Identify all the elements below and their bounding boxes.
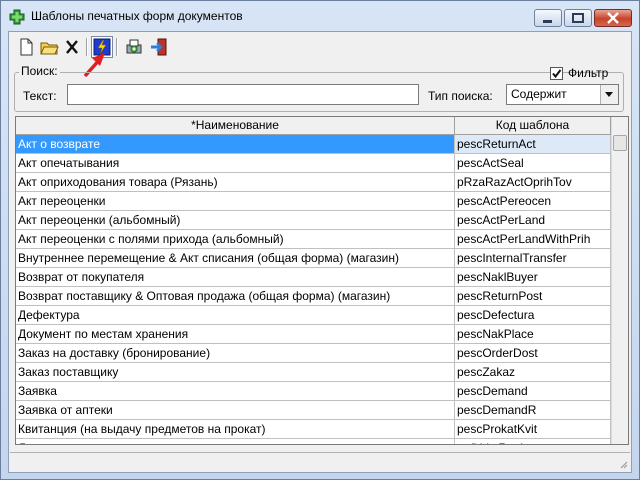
cell-name[interactable]: Акт опечатывания — [16, 154, 455, 173]
print-preview-button[interactable] — [123, 36, 145, 58]
main-window: Шаблоны печатных форм документов Поиск: … — [0, 0, 640, 480]
table-row[interactable]: Возврат поставщику & Оптовая продажа (об… — [16, 287, 611, 306]
cell-name[interactable]: Акт оприходования товара (Рязань) — [16, 173, 455, 192]
cell-name[interactable]: Документ по местам хранения — [16, 325, 455, 344]
cell-code[interactable]: pRzaRazActOprihTov — [455, 173, 611, 192]
exit-button[interactable] — [148, 36, 170, 58]
cell-code[interactable]: pescOrderDost — [455, 344, 611, 363]
table-row[interactable]: Акт опечатывания pescActSeal — [16, 154, 611, 173]
cell-code[interactable]: pescNaklBuyer — [455, 268, 611, 287]
cell-name[interactable]: Акт переоценки — [16, 192, 455, 211]
search-group-label: Поиск: — [19, 64, 60, 78]
resize-grip-icon[interactable] — [618, 459, 628, 469]
exit-icon — [151, 38, 167, 56]
cell-code[interactable]: pescActPerLand — [455, 211, 611, 230]
table-row[interactable]: Квитанция (на выдачу предметов на прокат… — [16, 420, 611, 439]
column-header-code[interactable]: Код шаблона — [455, 117, 611, 135]
table-row[interactable]: Акт оприходования товара (Рязань) pRzaRaz… — [16, 173, 611, 192]
table-row[interactable]: Заявка pescDemand — [16, 382, 611, 401]
open-folder-icon — [40, 42, 59, 55]
table-row[interactable]: Заказ поставщику pescZakaz — [16, 363, 611, 382]
maximize-icon — [572, 13, 584, 23]
cell-name[interactable]: Заявка — [16, 382, 455, 401]
open-button[interactable] — [38, 36, 60, 58]
print-preview-icon — [126, 39, 142, 54]
cell-code[interactable]: pefkListRegistr — [455, 439, 611, 444]
cell-code[interactable]: pescZakaz — [455, 363, 611, 382]
maximize-button[interactable] — [564, 9, 592, 27]
cell-name[interactable]: Лист регистрации поступивших товаров — [16, 439, 455, 444]
table-row[interactable]: Акт переоценки (альбомный) pescActPerLand — [16, 211, 611, 230]
scroll-thumb[interactable] — [613, 135, 627, 151]
filter-checkbox[interactable] — [550, 67, 563, 80]
search-type-value: Содержит — [511, 87, 567, 101]
cell-code[interactable]: pescActPereocen — [455, 192, 611, 211]
client-area: Поиск: Фильтр Текст: Тип поиска: Содержи… — [8, 31, 632, 473]
table-row[interactable]: Заявка от аптеки pescDemandR — [16, 401, 611, 420]
dropdown-button[interactable] — [600, 85, 618, 104]
cell-code[interactable]: pescDemandR — [455, 401, 611, 420]
cell-name[interactable]: Акт переоценки с полями прихода (альбомн… — [16, 230, 455, 249]
cell-code[interactable]: pescInternalTransfer — [455, 249, 611, 268]
minimize-icon — [543, 20, 552, 23]
cell-code[interactable]: pescDefectura — [455, 306, 611, 325]
cell-name[interactable]: Акт о возврате — [16, 135, 455, 154]
column-header-name[interactable]: *Наименование — [16, 117, 455, 135]
table-row[interactable]: Акт переоценки pescActPereocen — [16, 192, 611, 211]
toolbar-separator — [116, 38, 118, 56]
new-button[interactable] — [15, 36, 37, 58]
chevron-down-icon — [605, 92, 613, 97]
cell-name[interactable]: Возврат поставщику & Оптовая продажа (об… — [16, 287, 455, 306]
cell-code[interactable]: pescReturnAct — [455, 135, 611, 154]
scroll-up-button[interactable] — [612, 117, 628, 133]
cell-name[interactable]: Заказ на доставку (бронирование) — [16, 344, 455, 363]
cell-code[interactable]: pescReturnPost — [455, 287, 611, 306]
close-icon — [607, 12, 619, 24]
table-row[interactable]: Лист регистрации поступивших товаровpefk… — [16, 439, 611, 444]
cell-name[interactable]: Внутреннее перемещение & Акт списания (о… — [16, 249, 455, 268]
minimize-button[interactable] — [534, 9, 562, 27]
cell-code[interactable]: pescNakPlace — [455, 325, 611, 344]
search-type-select[interactable]: Содержит — [506, 84, 619, 105]
templates-table: *Наименование Код шаблона Акт о возврате… — [15, 116, 629, 445]
cell-name[interactable]: Заказ поставщику — [16, 363, 455, 382]
cell-code[interactable]: pescActSeal — [455, 154, 611, 173]
table-row[interactable]: Заказ на доставку (бронирование) pescOrde… — [16, 344, 611, 363]
cell-code[interactable]: pescActPerLandWithPrih — [455, 230, 611, 249]
title-bar[interactable]: Шаблоны печатных форм документов — [1, 1, 639, 31]
table-row[interactable]: Документ по местам хранения pescNakPlace — [16, 325, 611, 344]
search-text-input[interactable] — [67, 84, 419, 105]
cell-name[interactable]: Заявка от аптеки — [16, 401, 455, 420]
close-button[interactable] — [594, 9, 632, 27]
cell-name[interactable]: Дефектура — [16, 306, 455, 325]
table-row[interactable]: Возврат от покупателя pescNaklBuyer — [16, 268, 611, 287]
cell-name[interactable]: Акт переоценки (альбомный) — [16, 211, 455, 230]
table-row[interactable]: Дефектура pescDefectura — [16, 306, 611, 325]
checkmark-icon — [552, 69, 562, 79]
table-row[interactable]: Акт о возврате pescReturnAct — [16, 135, 611, 154]
window-title: Шаблоны печатных форм документов — [31, 9, 243, 23]
new-icon — [20, 38, 33, 56]
app-cross-icon — [9, 9, 25, 25]
cell-name[interactable]: Квитанция (на выдачу предметов на прокат… — [16, 420, 455, 439]
status-bar — [10, 452, 630, 471]
search-type-label: Тип поиска: — [428, 89, 493, 103]
table-row[interactable]: Внутреннее перемещение & Акт списания (о… — [16, 249, 611, 268]
table-row[interactable]: Акт переоценки с полями прихода (альбомн… — [16, 230, 611, 249]
cell-code[interactable]: pescProkatKvit — [455, 420, 611, 439]
cell-name[interactable]: Возврат от покупателя — [16, 268, 455, 287]
text-label: Текст: — [23, 89, 57, 103]
cell-code[interactable]: pescDemand — [455, 382, 611, 401]
vertical-scrollbar[interactable] — [611, 117, 628, 444]
filter-label: Фильтр — [568, 66, 609, 80]
